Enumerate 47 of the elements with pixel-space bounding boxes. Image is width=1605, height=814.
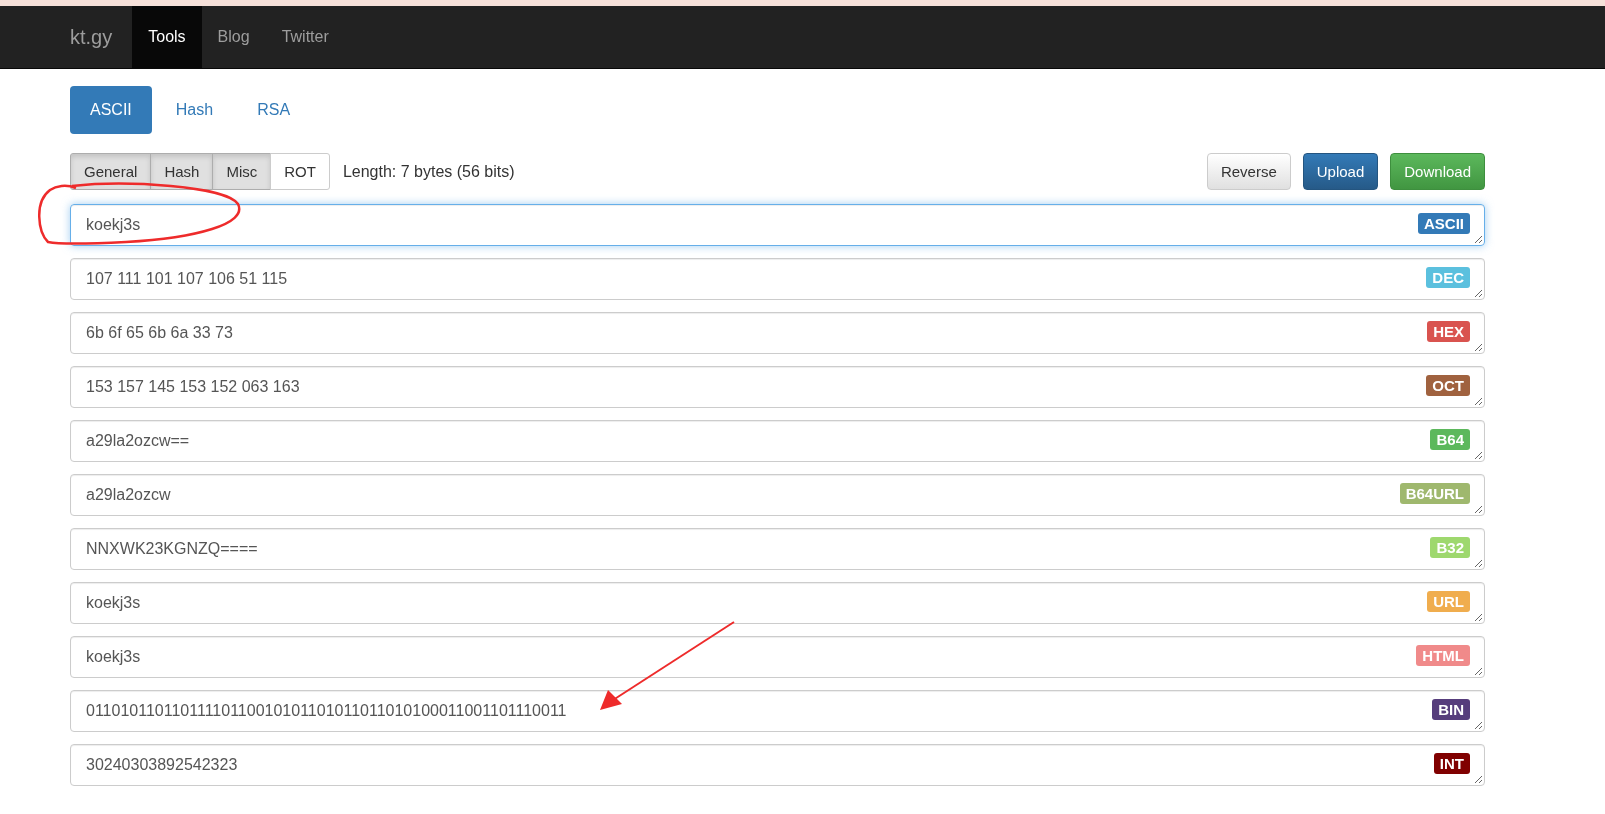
nav-link[interactable]: Blog (201, 6, 266, 68)
format-label: INT (1433, 752, 1470, 774)
toggle-button[interactable]: General (70, 153, 152, 190)
format-label: BIN (1432, 698, 1470, 720)
format-label: DEC (1426, 266, 1470, 288)
resize-grip-icon[interactable] (1473, 612, 1483, 622)
format-label: B64 (1430, 428, 1470, 450)
resize-grip-icon[interactable] (1473, 504, 1483, 514)
text-field[interactable]: 6b 6f 65 6b 6a 33 73 HEX (70, 312, 1485, 354)
text-field[interactable]: koekj3s HTML (70, 636, 1485, 678)
text-field[interactable]: 153 157 145 153 152 063 163 OCT (70, 366, 1485, 408)
resize-grip-icon[interactable] (1473, 666, 1483, 676)
format-label: B64URL (1399, 482, 1470, 504)
resize-grip-icon[interactable] (1473, 450, 1483, 460)
tab[interactable]: Hash (155, 86, 234, 134)
toggle-button[interactable]: Misc (212, 153, 272, 190)
format-label: HTML (1416, 644, 1470, 666)
upload-button[interactable]: Upload (1302, 153, 1379, 190)
resize-grip-icon[interactable] (1473, 558, 1483, 568)
toggle-button[interactable]: ROT (270, 153, 330, 190)
resize-grip-icon[interactable] (1473, 234, 1483, 244)
brand-link[interactable]: kt.gy (70, 6, 133, 68)
resize-grip-icon[interactable] (1473, 342, 1483, 352)
format-label: B32 (1430, 536, 1470, 558)
text-field[interactable]: 30240303892542323 INT (70, 744, 1485, 786)
text-field[interactable]: koekj3s URL (70, 582, 1485, 624)
text-field[interactable]: koekj3s ASCII (70, 204, 1485, 246)
format-label: URL (1427, 590, 1470, 612)
resize-grip-icon[interactable] (1473, 720, 1483, 730)
tab[interactable]: ASCII (70, 86, 152, 134)
text-field[interactable]: NNXWK23KGNZQ==== B32 (70, 528, 1485, 570)
format-label: ASCII (1418, 212, 1470, 234)
resize-grip-icon[interactable] (1473, 774, 1483, 784)
text-field[interactable]: 01101011011011110110010101101011011010100011001101110011 BIN (70, 690, 1485, 732)
toggle-button[interactable]: Hash (150, 153, 214, 190)
nav-link[interactable]: Tools (132, 6, 202, 68)
reverse-button[interactable]: Reverse (1206, 153, 1291, 190)
text-field[interactable]: a29la2ozcw B64URL (70, 474, 1485, 516)
text-field[interactable]: 107 111 101 107 106 51 115 DEC (70, 258, 1485, 300)
resize-grip-icon[interactable] (1473, 288, 1483, 298)
length-text: Length: 7 bytes (56 bits) (342, 162, 516, 181)
text-field[interactable]: a29la2ozcw== B64 (70, 420, 1485, 462)
tab[interactable]: RSA (237, 86, 311, 134)
format-label: OCT (1426, 374, 1470, 396)
nav-link[interactable]: Twitter (265, 6, 345, 68)
format-label: HEX (1427, 320, 1470, 342)
resize-grip-icon[interactable] (1473, 396, 1483, 406)
